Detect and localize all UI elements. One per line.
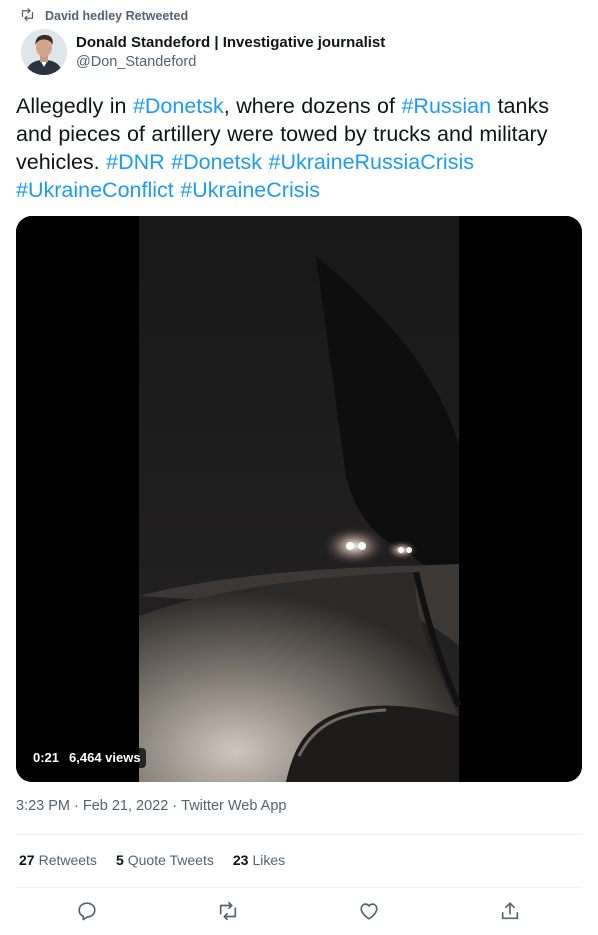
tweet-actions xyxy=(16,900,582,924)
meta-separator: · xyxy=(172,798,178,814)
avatar[interactable] xyxy=(21,29,67,75)
share-icon xyxy=(499,902,521,926)
tweet-timestamp: 3:23 PM · Feb 21, 2022 · Twitter Web App xyxy=(16,798,286,814)
like-button[interactable] xyxy=(358,900,382,924)
tweet-date[interactable]: Feb 21, 2022 xyxy=(83,798,168,814)
video-duration: 0:21 xyxy=(33,750,60,765)
retweets-stat[interactable]: 27 Retweets xyxy=(19,852,97,868)
hashtag-link[interactable]: #UkraineConflict xyxy=(16,178,174,202)
hashtag-link[interactable]: #UkraineRussiaCrisis xyxy=(268,150,474,174)
hashtag-link[interactable]: #Donetsk xyxy=(133,94,224,118)
video-views: 6,464 views xyxy=(69,750,141,765)
video-frame xyxy=(16,216,582,782)
quote-tweets-stat[interactable]: 5 Quote Tweets xyxy=(116,852,214,868)
reply-icon xyxy=(76,902,98,926)
author-handle[interactable]: @Don_Standeford xyxy=(76,53,385,72)
tweet-time[interactable]: 3:23 PM xyxy=(16,798,70,814)
retweeted-by[interactable]: David hedley Retweeted xyxy=(20,8,188,24)
like-icon xyxy=(358,903,380,926)
author-name[interactable]: Donald Standeford | Investigative journa… xyxy=(76,33,385,53)
tweet-text-part: Allegedly in xyxy=(16,94,133,118)
author: Donald Standeford | Investigative journa… xyxy=(21,29,385,75)
tweet-text: Allegedly in #Donetsk, where dozens of #… xyxy=(16,92,586,204)
share-button[interactable] xyxy=(499,900,523,924)
retweet-icon xyxy=(20,7,35,25)
retweet-button[interactable] xyxy=(217,900,241,924)
likes-label: Likes xyxy=(252,852,286,868)
tweet-source[interactable]: Twitter Web App xyxy=(181,798,286,814)
hashtag-link[interactable]: #DNR xyxy=(106,150,165,174)
retweets-label: Retweets xyxy=(38,852,97,868)
author-info: Donald Standeford | Investigative journa… xyxy=(76,29,385,75)
video-player[interactable]: 0:21 6,464 views xyxy=(16,216,582,782)
hashtag-link[interactable]: #Donetsk xyxy=(171,150,262,174)
quote-tweets-count: 5 xyxy=(115,852,124,868)
hashtag-link[interactable]: #UkraineCrisis xyxy=(180,178,320,202)
quote-tweets-label: Quote Tweets xyxy=(127,852,214,868)
meta-separator: · xyxy=(74,798,79,814)
divider xyxy=(16,834,582,835)
likes-count: 23 xyxy=(232,852,249,868)
likes-stat[interactable]: 23 Likes xyxy=(233,852,285,868)
retweet-icon xyxy=(217,901,239,926)
tweet-text-part: , where dozens of xyxy=(223,94,402,118)
retweets-count: 27 xyxy=(19,852,35,868)
tweet-stats: 27 Retweets 5 Quote Tweets 23 Likes xyxy=(19,852,285,868)
video-badge: 0:21 6,464 views xyxy=(28,748,146,768)
hashtag-link[interactable]: #Russian xyxy=(401,94,491,118)
tweet-detail: David hedley Retweeted Donald Standeford… xyxy=(0,0,598,935)
retweeted-by-label[interactable]: David hedley Retweeted xyxy=(45,9,188,23)
divider xyxy=(16,887,582,888)
reply-button[interactable] xyxy=(76,900,100,924)
